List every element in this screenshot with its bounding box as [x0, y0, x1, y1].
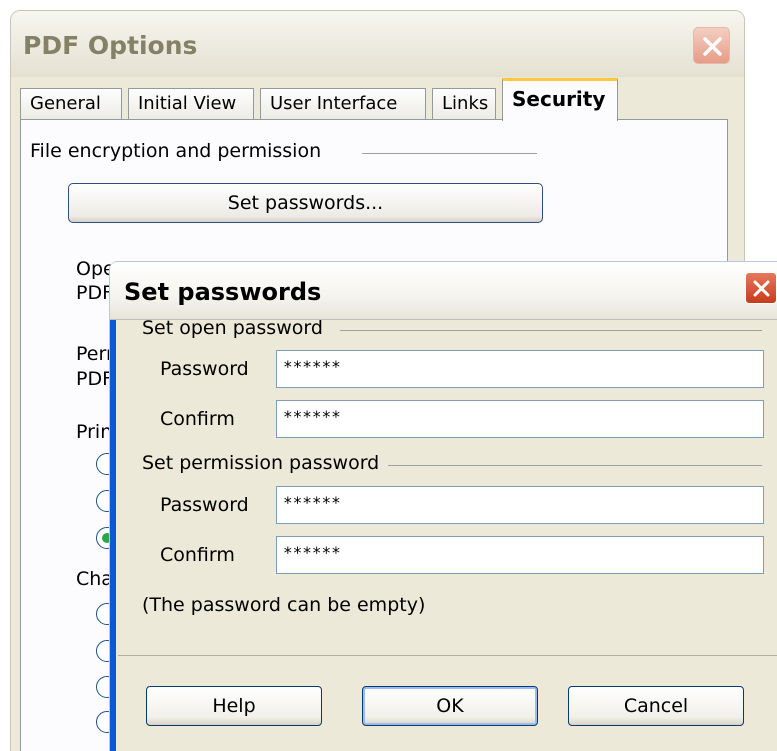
open-confirm-input[interactable]: ****** [276, 400, 764, 438]
tab-general[interactable]: General [20, 88, 122, 120]
set-passwords-title: Set passwords [124, 278, 322, 306]
section-divider [362, 153, 537, 154]
close-icon [703, 37, 722, 56]
permission-confirm-label: Confirm [160, 544, 235, 566]
permission-confirm-input[interactable]: ****** [276, 536, 764, 574]
cancel-button[interactable]: Cancel [568, 686, 744, 726]
open-password-group-title: Set open password [142, 317, 323, 339]
help-button[interactable]: Help [146, 686, 322, 726]
set-passwords-button[interactable]: Set passwords... [68, 183, 543, 223]
open-password-label: Password [160, 358, 249, 380]
tab-security[interactable]: Security [502, 78, 618, 121]
file-encryption-section-title: File encryption and permission [30, 140, 322, 162]
set-passwords-close-button[interactable] [745, 272, 777, 304]
open-password-input[interactable]: ****** [276, 350, 764, 388]
ok-button[interactable]: OK [362, 686, 538, 726]
permission-password-status-partial: PDF [76, 368, 114, 390]
set-passwords-titlebar[interactable]: Set passwords [110, 262, 777, 320]
permission-password-label: Password [160, 494, 249, 516]
tab-user-interface[interactable]: User Interface [260, 88, 426, 120]
pdf-options-titlebar[interactable]: PDF Options [11, 11, 744, 77]
permission-password-input[interactable]: ****** [276, 486, 764, 524]
open-password-status-partial: PDF [76, 282, 114, 304]
dialog-button-divider [118, 655, 777, 656]
pdf-options-title: PDF Options [23, 31, 198, 60]
permission-password-group-line [388, 465, 762, 466]
tab-initial-view[interactable]: Initial View [128, 88, 254, 120]
permission-password-group-title: Set permission password [142, 452, 380, 474]
tab-links[interactable]: Links [432, 88, 496, 120]
open-password-group-line [340, 330, 762, 331]
pdf-options-close-button[interactable] [693, 27, 730, 64]
open-confirm-label: Confirm [160, 408, 235, 430]
password-empty-hint: (The password can be empty) [142, 594, 426, 616]
close-icon [753, 280, 770, 297]
open-password-label-partial: Ope [76, 258, 115, 280]
